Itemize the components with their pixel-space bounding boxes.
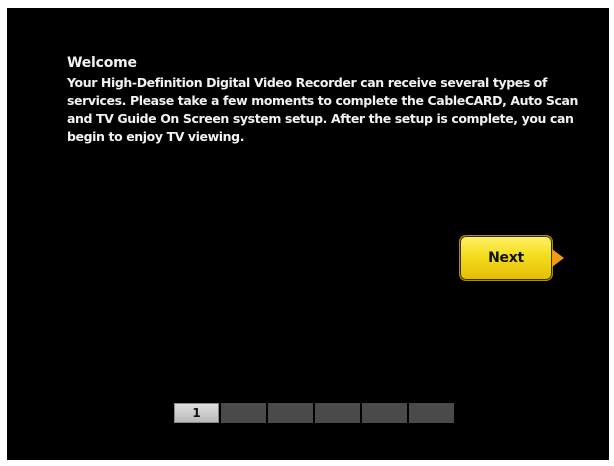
welcome-message: Your High-Definition Digital Video Recor… xyxy=(67,75,579,144)
progress-step-4 xyxy=(315,403,360,423)
progress-step-3 xyxy=(268,403,313,423)
setup-progress-bar: 1 xyxy=(174,403,454,423)
next-button[interactable]: Next xyxy=(459,235,553,281)
progress-step-number: 1 xyxy=(192,406,201,420)
progress-step-6 xyxy=(409,403,454,423)
progress-step-1: 1 xyxy=(174,403,219,423)
tv-screen: Welcome Your High-Definition Digital Vid… xyxy=(7,8,609,460)
welcome-title: Welcome xyxy=(67,55,137,71)
progress-step-5 xyxy=(362,403,407,423)
next-button-group[interactable]: Next xyxy=(459,235,571,281)
play-arrow-right-icon xyxy=(552,249,564,267)
progress-step-2 xyxy=(221,403,266,423)
next-button-label: Next xyxy=(488,250,524,266)
